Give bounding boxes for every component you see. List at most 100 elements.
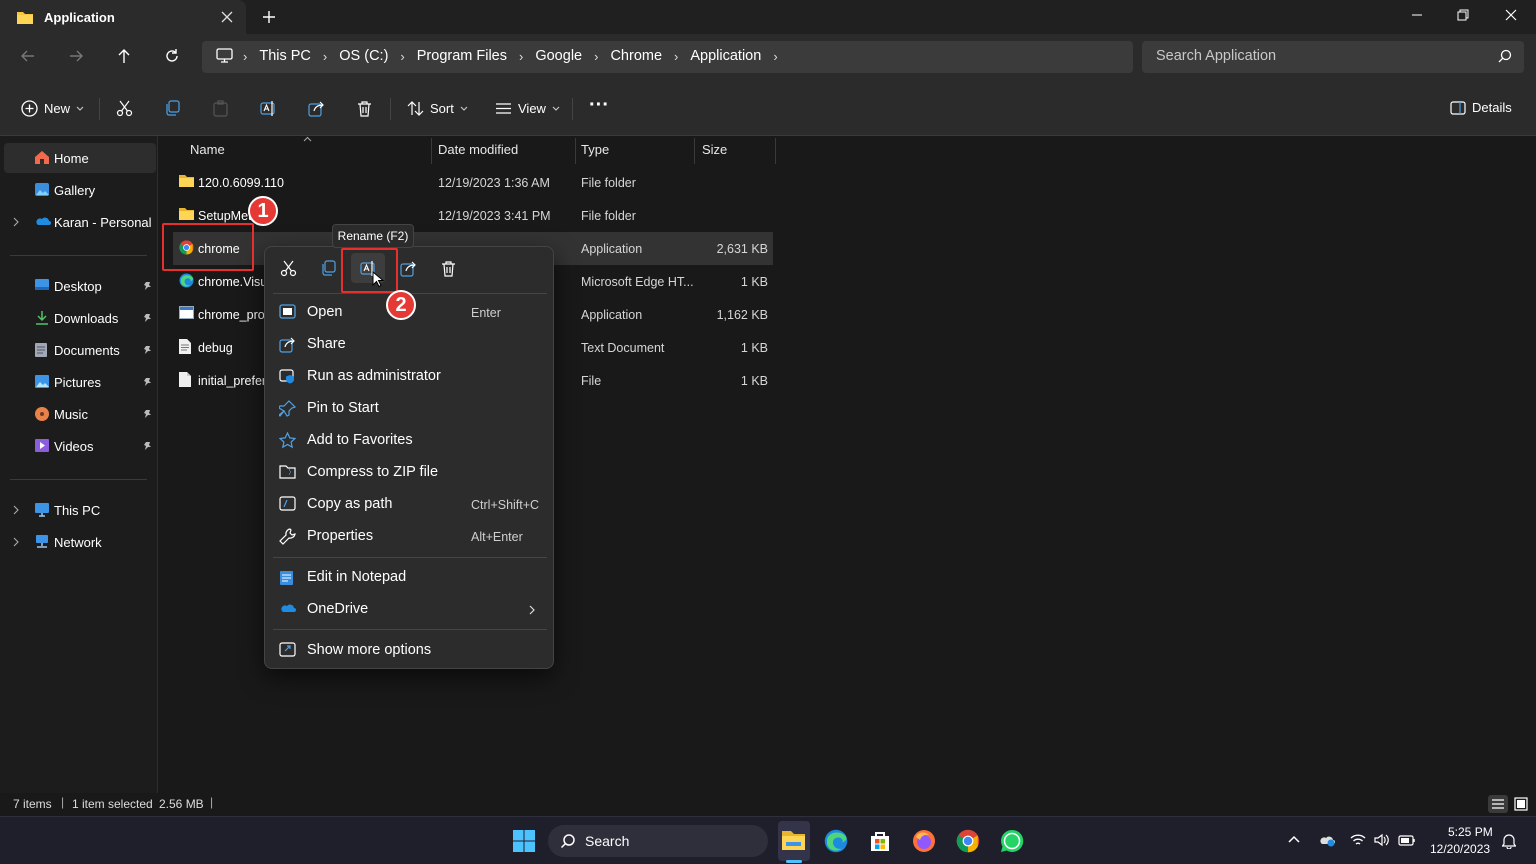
sidebar-item-home[interactable]: Home bbox=[4, 143, 156, 173]
delete-icon[interactable] bbox=[356, 100, 373, 117]
details-pane-icon bbox=[1450, 100, 1466, 115]
sort-button[interactable]: Sort bbox=[407, 100, 468, 117]
chevron-right-icon[interactable]: › bbox=[515, 49, 527, 64]
sidebar-item-network[interactable]: Network bbox=[0, 527, 156, 557]
address-bar[interactable]: › This PC › OS (C:) › Program Files › Go… bbox=[202, 41, 1133, 73]
chrome-browser-icon[interactable] bbox=[956, 829, 980, 853]
sidebar-item-music[interactable]: Music bbox=[0, 399, 156, 429]
column-divider[interactable] bbox=[431, 138, 432, 164]
chevron-right-icon[interactable]: › bbox=[396, 49, 408, 64]
taskbar-search[interactable]: Search bbox=[548, 825, 768, 857]
up-arrow-icon[interactable] bbox=[116, 48, 132, 64]
share-icon[interactable] bbox=[400, 260, 417, 277]
pin-icon[interactable] bbox=[142, 313, 152, 323]
new-tab-button[interactable] bbox=[262, 10, 276, 24]
menu-item-add-to-favorites[interactable]: Add to Favorites bbox=[271, 426, 547, 456]
view-button[interactable]: View bbox=[495, 100, 560, 117]
notification-bell-icon[interactable] bbox=[1502, 833, 1516, 849]
menu-item-show-more-options[interactable]: Show more options bbox=[271, 636, 547, 666]
clock-date[interactable]: 12/20/2023 bbox=[1430, 842, 1490, 856]
pin-icon[interactable] bbox=[142, 281, 152, 291]
column-header-name[interactable]: Name bbox=[190, 142, 225, 157]
edge-browser-icon[interactable] bbox=[824, 829, 848, 853]
volume-icon[interactable] bbox=[1374, 833, 1390, 847]
forward-arrow-icon[interactable] bbox=[68, 48, 84, 64]
sidebar-item-videos[interactable]: Videos bbox=[0, 431, 156, 461]
menu-item-onedrive[interactable]: OneDrive bbox=[271, 595, 547, 625]
microsoft-store-icon[interactable] bbox=[868, 829, 892, 853]
column-divider[interactable] bbox=[575, 138, 576, 164]
pin-icon[interactable] bbox=[142, 345, 152, 355]
share-icon[interactable] bbox=[308, 100, 325, 117]
computer-icon[interactable] bbox=[216, 48, 239, 64]
refresh-icon[interactable] bbox=[164, 48, 180, 64]
pin-icon[interactable] bbox=[142, 377, 152, 387]
paste-icon[interactable] bbox=[212, 100, 229, 117]
clock-time[interactable]: 5:25 PM bbox=[1448, 825, 1493, 839]
tiles-view-icon[interactable] bbox=[1512, 795, 1530, 813]
menu-item-properties[interactable]: Properties Alt+Enter bbox=[271, 522, 547, 552]
pin-icon[interactable] bbox=[142, 441, 152, 451]
chevron-right-icon[interactable] bbox=[12, 537, 20, 547]
menu-item-compress-zip[interactable]: Compress to ZIP file bbox=[271, 458, 547, 488]
cut-icon[interactable] bbox=[116, 100, 133, 117]
minimize-icon[interactable] bbox=[1410, 7, 1424, 27]
firefox-icon[interactable] bbox=[912, 829, 936, 853]
column-divider[interactable] bbox=[694, 138, 695, 164]
sidebar-item-this-pc[interactable]: This PC bbox=[0, 495, 156, 525]
whatsapp-icon[interactable] bbox=[1000, 829, 1024, 853]
breadcrumb-this-pc[interactable]: This PC bbox=[251, 48, 319, 64]
breadcrumb-program-files[interactable]: Program Files bbox=[409, 48, 515, 64]
delete-icon[interactable] bbox=[440, 260, 457, 277]
menu-item-edit-in-notepad[interactable]: Edit in Notepad bbox=[271, 563, 547, 593]
breadcrumb-google[interactable]: Google bbox=[527, 48, 590, 64]
menu-item-copy-as-path[interactable]: Copy as path Ctrl+Shift+C bbox=[271, 490, 547, 520]
onedrive-tray-icon[interactable] bbox=[1318, 833, 1336, 847]
copy-icon[interactable] bbox=[320, 260, 337, 277]
search-input[interactable]: Search Application bbox=[1142, 41, 1524, 73]
chevron-right-icon[interactable] bbox=[12, 505, 20, 515]
close-tab-icon[interactable] bbox=[220, 10, 234, 24]
column-header-type[interactable]: Type bbox=[581, 142, 609, 157]
sidebar-item-onedrive[interactable]: Karan - Personal bbox=[0, 207, 156, 237]
column-divider[interactable] bbox=[775, 138, 776, 164]
chevron-right-icon[interactable]: › bbox=[239, 49, 251, 64]
file-row[interactable]: 120.0.6099.110 12/19/2023 1:36 AM File f… bbox=[173, 166, 773, 199]
pin-icon[interactable] bbox=[142, 409, 152, 419]
restore-icon[interactable] bbox=[1456, 7, 1470, 27]
breadcrumb-application[interactable]: Application bbox=[682, 48, 769, 64]
back-arrow-icon[interactable] bbox=[20, 48, 36, 64]
chevron-up-icon[interactable] bbox=[1287, 834, 1301, 844]
more-options-button[interactable]: ··· bbox=[589, 94, 609, 117]
chevron-right-icon[interactable]: › bbox=[319, 49, 331, 64]
file-explorer-icon[interactable] bbox=[781, 829, 806, 851]
chevron-right-icon[interactable]: › bbox=[670, 49, 682, 64]
window-tab[interactable]: Application bbox=[0, 0, 246, 34]
status-bar: 7 items | 1 item selected 2.56 MB | bbox=[0, 793, 1536, 816]
rename-icon[interactable] bbox=[260, 100, 277, 117]
breadcrumb-chrome[interactable]: Chrome bbox=[602, 48, 670, 64]
chevron-right-icon[interactable] bbox=[12, 217, 20, 227]
sidebar-item-gallery[interactable]: Gallery bbox=[0, 175, 156, 205]
menu-item-pin-to-start[interactable]: Pin to Start bbox=[271, 394, 547, 424]
details-view-icon[interactable] bbox=[1488, 795, 1508, 813]
details-button[interactable]: Details bbox=[1450, 100, 1512, 115]
chevron-right-icon[interactable]: › bbox=[590, 49, 602, 64]
column-header-date[interactable]: Date modified bbox=[438, 142, 518, 157]
sidebar-item-documents[interactable]: Documents bbox=[0, 335, 156, 365]
sidebar-item-downloads[interactable]: Downloads bbox=[0, 303, 156, 333]
wifi-icon[interactable] bbox=[1350, 833, 1366, 847]
column-header-size[interactable]: Size bbox=[702, 142, 727, 157]
chevron-right-icon[interactable]: › bbox=[769, 49, 781, 64]
new-button[interactable]: New bbox=[21, 100, 84, 117]
sidebar-item-desktop[interactable]: Desktop bbox=[0, 271, 156, 301]
breadcrumb-os-c[interactable]: OS (C:) bbox=[331, 48, 396, 64]
sidebar-item-pictures[interactable]: Pictures bbox=[0, 367, 156, 397]
close-window-icon[interactable] bbox=[1504, 7, 1518, 27]
battery-icon[interactable] bbox=[1398, 833, 1416, 847]
menu-item-run-as-admin[interactable]: Run as administrator bbox=[271, 362, 547, 392]
copy-icon[interactable] bbox=[164, 100, 181, 117]
windows-start-icon[interactable] bbox=[512, 829, 536, 853]
menu-item-share[interactable]: Share bbox=[271, 330, 547, 360]
cut-icon[interactable] bbox=[280, 260, 297, 277]
